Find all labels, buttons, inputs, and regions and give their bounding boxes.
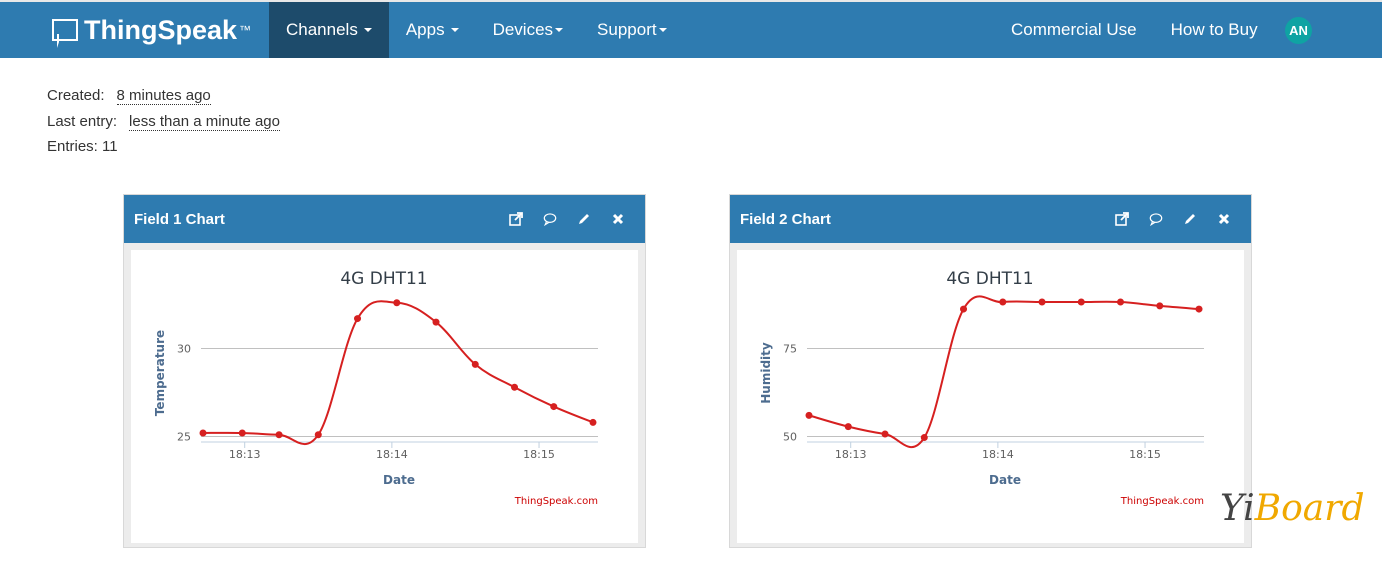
data-point — [881, 430, 889, 438]
data-point — [471, 360, 479, 368]
y-tick-label: 25 — [177, 431, 191, 444]
caret-down-icon — [363, 28, 372, 32]
data-point — [199, 429, 207, 437]
last-entry-value: less than a minute ago — [129, 112, 280, 131]
x-tick-label: 18:14 — [982, 448, 1014, 461]
panel-actions — [509, 195, 625, 243]
right-nav: Commercial Use How to Buy — [994, 2, 1275, 58]
last-entry-label: Last entry: — [47, 112, 118, 130]
nav-commercial-use[interactable]: Commercial Use — [994, 2, 1154, 58]
comment-icon[interactable] — [1149, 212, 1163, 226]
data-point — [393, 299, 401, 307]
nav-support[interactable]: Support — [580, 2, 684, 58]
nav-how-to-buy[interactable]: How to Buy — [1154, 2, 1275, 58]
data-point — [314, 431, 322, 439]
caret-down-icon — [555, 28, 564, 32]
data-point — [275, 431, 283, 439]
data-point — [589, 418, 597, 426]
close-icon[interactable] — [611, 212, 625, 226]
data-point — [1077, 298, 1085, 306]
main-nav: Channels Apps Devices Support — [269, 2, 684, 58]
edit-pencil-icon[interactable] — [1183, 212, 1197, 226]
panel-header: Field 1 Chart — [124, 195, 645, 243]
data-point — [511, 383, 519, 391]
nav-support-label: Support — [597, 20, 657, 39]
y-axis-title: Humidity — [759, 342, 773, 404]
created-value: 8 minutes ago — [116, 87, 211, 105]
external-link-icon[interactable] — [1115, 212, 1129, 226]
watermark-board: Board — [1254, 488, 1365, 529]
x-axis-title: Date — [989, 473, 1021, 487]
close-icon[interactable] — [1217, 212, 1231, 226]
trademark: ™ — [239, 23, 252, 37]
channel-stats: Created: 8 minutes ago Last entry: less th… — [47, 83, 280, 160]
data-point — [432, 318, 440, 326]
field-2-chart-panel: Field 2 Chart 4G DHT11 50 75 18:13 18:14 18:1… — [729, 194, 1252, 548]
panel-header: Field 2 Chart — [730, 195, 1251, 243]
data-point — [805, 411, 813, 419]
chart-credit: ThingSpeak.com — [514, 496, 598, 507]
data-point — [550, 403, 558, 411]
x-tick-label: 18:13 — [229, 448, 261, 461]
nav-channels-label: Channels — [286, 20, 358, 39]
data-point — [1117, 298, 1125, 306]
nav-channels[interactable]: Channels — [269, 2, 389, 58]
x-tick-label: 18:15 — [523, 448, 555, 461]
y-axis-title: Temperature — [153, 330, 167, 416]
comment-icon[interactable] — [543, 212, 557, 226]
nav-apps[interactable]: Apps — [389, 2, 476, 58]
created-row: Created: 8 minutes ago — [47, 83, 280, 109]
chart-credit: ThingSpeak.com — [1120, 496, 1204, 507]
chart-area: 4G DHT11 25 30 18:13 18:14 18:15 Date Temperatu… — [131, 250, 638, 543]
temperature-chart: 4G DHT11 25 30 18:13 18:14 18:15 Date Temperatu… — [153, 269, 598, 507]
data-point — [1195, 305, 1203, 313]
data-point — [354, 315, 362, 323]
data-point — [960, 305, 968, 313]
entries-count: Entries: 11 — [47, 138, 118, 155]
navbar: ThingSpeak ™ Channels Apps Devices Suppor… — [0, 2, 1382, 58]
humidity-chart: 4G DHT11 50 75 18:13 18:14 18:15 Date Humidity T… — [759, 269, 1204, 507]
data-point — [844, 423, 852, 431]
chart-title: 4G DHT11 — [340, 269, 427, 289]
user-avatar[interactable]: AN — [1285, 17, 1312, 44]
y-tick-label: 30 — [177, 343, 191, 356]
x-tick-label: 18:14 — [376, 448, 408, 461]
caret-down-icon — [658, 28, 667, 32]
caret-down-icon — [450, 28, 459, 32]
brand-name: ThingSpeak — [84, 14, 238, 45]
y-tick-label: 75 — [783, 343, 797, 356]
data-point — [920, 434, 928, 442]
watermark-yi: Yi — [1220, 488, 1255, 529]
series-line — [202, 300, 594, 446]
field-1-chart-panel: Field 1 Chart 4G DHT11 25 30 18:13 18:14 18:1… — [123, 194, 646, 548]
chart-title: 4G DHT11 — [946, 269, 1033, 289]
x-axis-title: Date — [383, 473, 415, 487]
brand-logo[interactable]: ThingSpeak ™ — [52, 2, 251, 58]
edit-pencil-icon[interactable] — [577, 212, 591, 226]
x-tick-label: 18:15 — [1129, 448, 1161, 461]
panel-actions — [1115, 195, 1231, 243]
x-tick-label: 18:13 — [835, 448, 867, 461]
external-link-icon[interactable] — [509, 212, 523, 226]
data-point — [238, 429, 246, 437]
data-point — [1156, 302, 1164, 310]
data-point — [999, 298, 1007, 306]
nav-devices[interactable]: Devices — [476, 2, 580, 58]
chat-bubble-icon — [52, 19, 78, 48]
last-entry-row: Last entry: less than a minute ago — [47, 109, 280, 135]
nav-devices-label: Devices — [492, 20, 554, 39]
panel-title: Field 1 Chart — [134, 210, 225, 228]
series-line — [808, 295, 1200, 449]
y-tick-label: 50 — [783, 431, 797, 444]
yiboard-watermark: YiBoard — [1220, 488, 1365, 529]
nav-apps-label: Apps — [405, 20, 445, 39]
chart-area: 4G DHT11 50 75 18:13 18:14 18:15 Date Humidity T… — [737, 250, 1244, 543]
panel-title: Field 2 Chart — [740, 210, 831, 228]
data-point — [1038, 298, 1046, 306]
created-label: Created: — [47, 87, 105, 104]
